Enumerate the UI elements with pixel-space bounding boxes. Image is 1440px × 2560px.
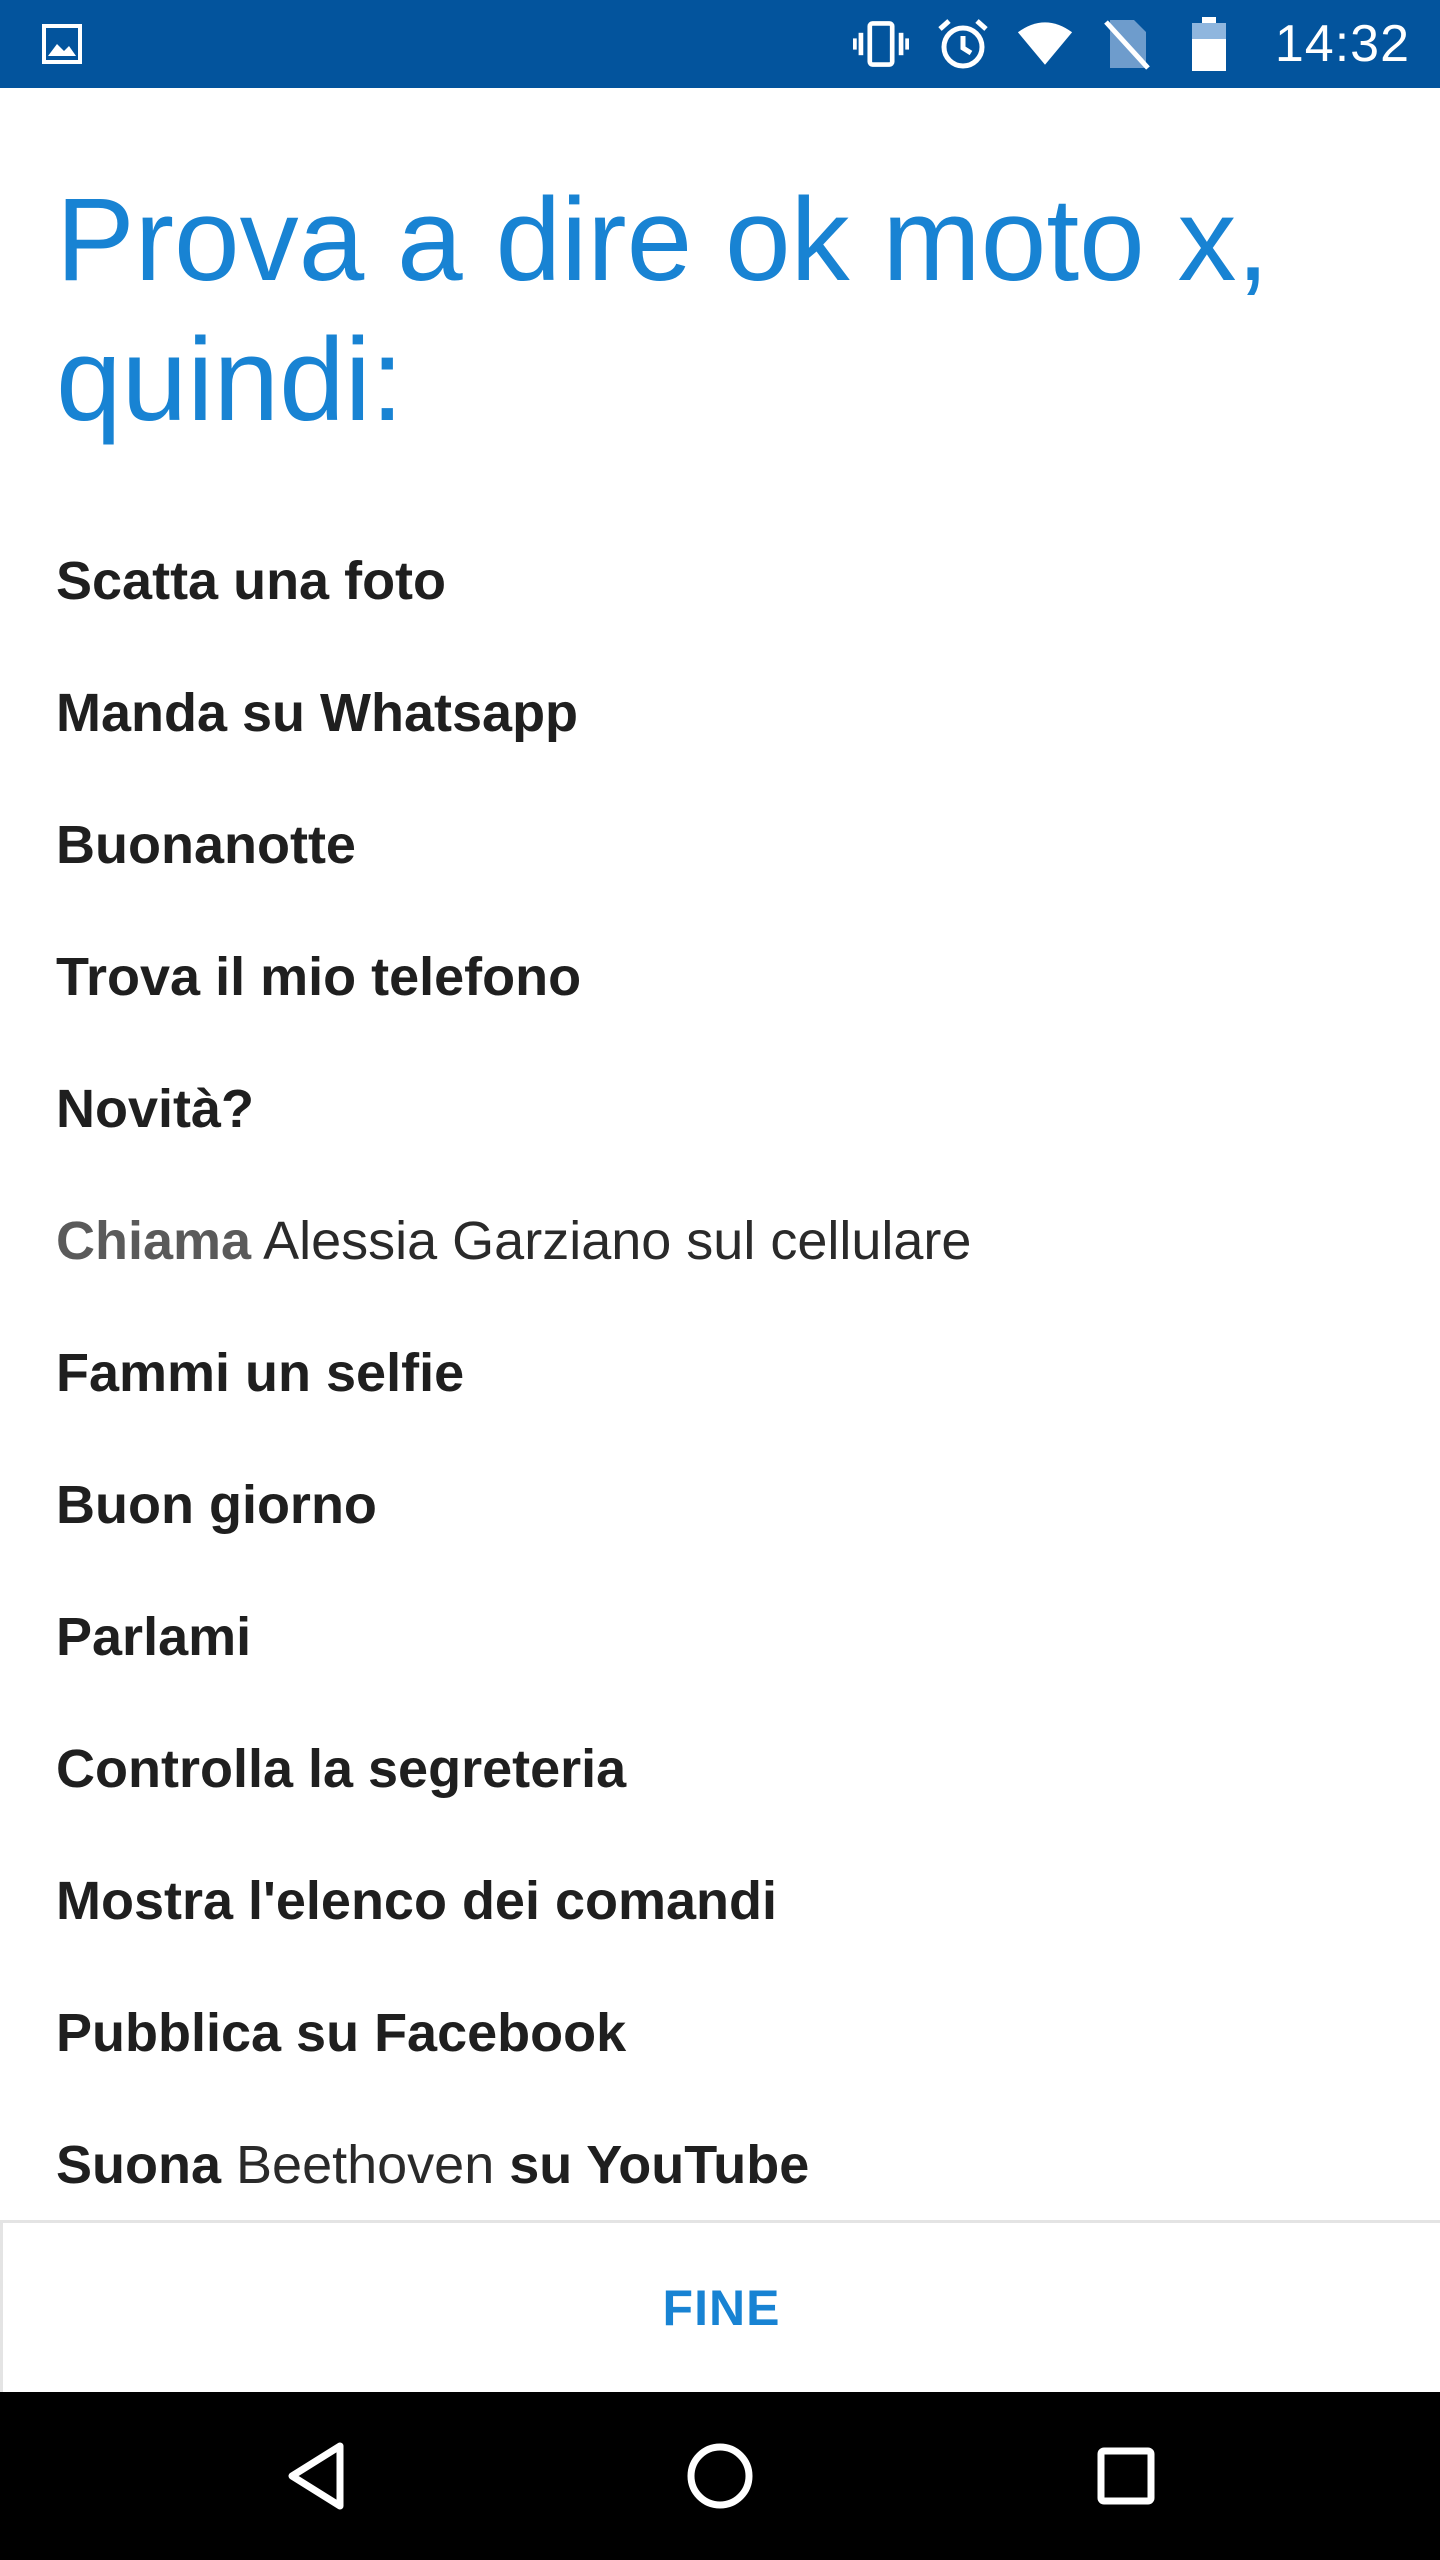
back-icon[interactable] (276, 2436, 356, 2516)
command-item: Fammi un selfie (56, 1307, 1386, 1439)
image-icon (42, 24, 82, 64)
command-text: su YouTube (509, 2135, 810, 2195)
command-text: Trova il mio telefono (56, 947, 582, 1007)
navigation-bar (0, 2392, 1440, 2560)
command-item: Controlla la segreteria (56, 1703, 1386, 1835)
command-text: Manda su Whatsapp (56, 683, 579, 743)
command-text: Buonanotte (56, 815, 356, 875)
status-time: 14:32 (1274, 15, 1410, 73)
command-text: Scatta una foto (56, 551, 447, 611)
command-item: Buonanotte (56, 779, 1386, 911)
vibrate-icon (852, 16, 909, 72)
alarm-icon (935, 16, 991, 72)
footer: FINE (0, 2220, 1440, 2392)
command-list: Scatta una foto Manda su Whatsapp Buonanot… (56, 515, 1386, 2231)
recents-icon[interactable] (1086, 2436, 1166, 2516)
command-item: Manda su Whatsapp (56, 647, 1386, 779)
no-sim-icon (1099, 16, 1155, 72)
command-item: Chiama Alessia Garziano sul cellulare (56, 1175, 1386, 1307)
command-item: Suona Beethoven su YouTube (56, 2099, 1386, 2231)
command-text: Mostra l'elenco dei comandi (56, 1871, 778, 1931)
command-item: Buon giorno (56, 1439, 1386, 1571)
command-text: Fammi un selfie (56, 1343, 465, 1403)
battery-icon (1181, 16, 1237, 72)
command-item: Scatta una foto (56, 515, 1386, 647)
command-text: Controlla la segreteria (56, 1739, 627, 1799)
command-text: Novità? (56, 1079, 255, 1139)
command-text: Pubblica su Facebook (56, 2003, 627, 2063)
home-icon[interactable] (680, 2436, 760, 2516)
command-text: Beethoven (221, 2135, 510, 2195)
command-text: Alessia Garziano sul cellulare (251, 1211, 972, 1271)
command-text: Buon giorno (56, 1475, 377, 1535)
page-title: Prova a dire ok moto x, quindi: (56, 174, 1270, 446)
fine-button[interactable]: FINE (3, 2223, 1440, 2392)
wifi-icon (1017, 16, 1073, 72)
command-text: Suona (56, 2135, 222, 2195)
command-item: Parlami (56, 1571, 1386, 1703)
status-icons: 14:32 (852, 0, 1410, 88)
command-item: Novità? (56, 1043, 1386, 1175)
command-item: Pubblica su Facebook (56, 1967, 1386, 2099)
command-text: Chiama (56, 1211, 252, 1271)
command-item: Trova il mio telefono (56, 911, 1386, 1043)
status-bar: 14:32 (0, 0, 1440, 88)
command-item: Mostra l'elenco dei comandi (56, 1835, 1386, 1967)
command-text: Parlami (56, 1607, 252, 1667)
